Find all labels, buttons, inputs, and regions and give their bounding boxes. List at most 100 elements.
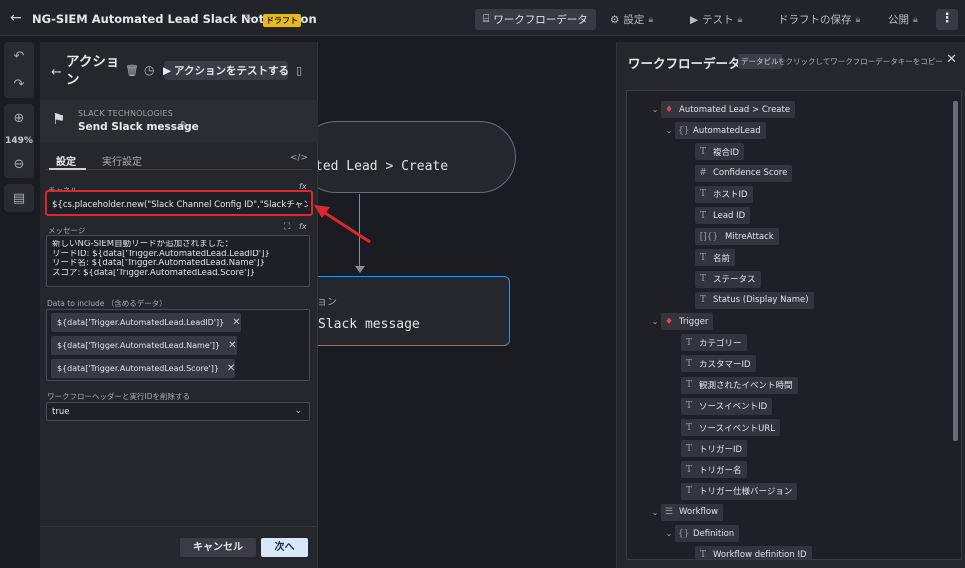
field-type-icon: T [685, 358, 692, 369]
edit-title-icon[interactable]: ✎ [244, 12, 253, 25]
remove-header-select[interactable]: true ⌄ [46, 402, 310, 421]
tree-data-pill[interactable]: T Workflow definition ID [695, 546, 812, 559]
trash-icon[interactable]: 🗑︎ [125, 64, 139, 77]
tree-data-pill[interactable]: # Confidence Score [695, 164, 793, 182]
back-arrow-icon[interactable]: ← [10, 10, 22, 26]
tree-node-tag[interactable]: {} AutomatedLead [675, 122, 766, 140]
field-type-icon: T [699, 295, 706, 306]
chevron-down-icon[interactable]: ⌄ [649, 508, 661, 517]
tree-node-tag[interactable]: T トリガー仕様バージョン [681, 482, 798, 500]
tree-node-tag[interactable]: T Workflow definition ID [695, 546, 812, 559]
tree-data-pill[interactable]: T 名前 [695, 249, 736, 267]
remove-chip-icon[interactable]: ✕ [232, 317, 240, 328]
publish-button[interactable]: 公開 🔒︎ [880, 9, 926, 30]
chevron-down-icon[interactable]: ⌄ [649, 317, 661, 326]
chevron-down-icon[interactable]: ⌄ [663, 126, 675, 135]
tree-data-pill[interactable]: T Status (Display Name) [695, 291, 814, 309]
zoom-in-icon[interactable]: ⊕ [4, 104, 34, 132]
scrollbar-thumb[interactable] [953, 101, 958, 441]
tree-data-pill[interactable]: T ステータス [695, 270, 761, 288]
tree-data-pill[interactable]: T 観測されたイベント時間 [681, 376, 798, 394]
redo-icon[interactable]: ↷ [4, 70, 34, 98]
panel-back-icon[interactable]: ← [51, 65, 62, 80]
tree-node-tag[interactable]: T カスタマーID [681, 355, 756, 373]
tree-node-tag[interactable]: {} Definition [675, 525, 740, 542]
tree-data-pill[interactable]: T ソースイベントURL [681, 419, 780, 436]
data-chip[interactable]: ${data['Trigger.AutomatedLead.Name']} ✕ [51, 336, 237, 355]
cancel-button[interactable]: キャンセル [180, 538, 256, 557]
play-icon: ▶ [690, 13, 699, 26]
tree-node-tag[interactable]: ♦ Trigger [661, 313, 714, 330]
tree-data-pill[interactable]: T ソースイベントID [681, 397, 773, 415]
tree-group-node[interactable]: ⌄ ☰ Workflow [649, 503, 724, 521]
remove-header-label: ワークフローヘッダーと実行IDを削除する [47, 392, 190, 401]
tree-node-tag[interactable]: T ソースイベントID [681, 397, 773, 415]
tree-node-tag[interactable]: T Status (Display Name) [695, 291, 814, 309]
tree-node-tag[interactable]: T ステータス [695, 270, 761, 288]
settings-button[interactable]: ⚙ 設定 🔒︎ [602, 9, 661, 30]
data-chip[interactable]: ${data['Trigger.AutomatedLead.LeadID']} … [51, 313, 241, 332]
tree-node-tag[interactable]: T Lead ID [695, 207, 751, 224]
tree-data-pill[interactable]: T カテゴリー [681, 334, 747, 352]
tree-node-tag[interactable]: T トリガーID [681, 440, 748, 458]
tab-run-settings[interactable]: 実行設定 [102, 153, 142, 168]
code-view-icon[interactable]: </> [290, 153, 308, 163]
channel-input[interactable]: ${cs.placeholder.new("Slack Channel Conf… [45, 190, 313, 216]
test-button[interactable]: ▶ テスト 🔒︎ [682, 9, 750, 30]
notes-icon[interactable]: ▤ [4, 184, 34, 212]
tree-data-pill[interactable]: []{} MitreAttack [695, 228, 779, 246]
tree-group-node[interactable]: ⌄ ♦ Automated Lead > Create [649, 101, 796, 118]
tree-node-tag[interactable]: # Confidence Score [695, 164, 793, 182]
tree-data-pill[interactable]: T ホストID [695, 185, 753, 203]
lock-icon: 🔒︎ [913, 14, 918, 25]
data-include-field[interactable]: ${data['Trigger.AutomatedLead.LeadID']} … [46, 309, 310, 381]
tree-data-pill[interactable]: T 複合ID [695, 143, 745, 161]
remove-chip-icon[interactable]: ✕ [227, 363, 235, 374]
tree-node-tag[interactable]: T 観測されたイベント時間 [681, 376, 798, 394]
next-button[interactable]: 次へ [261, 538, 308, 557]
tree-group-node[interactable]: ⌄ ♦ Trigger [649, 313, 714, 330]
undo-icon[interactable]: ↶ [4, 42, 34, 70]
tree-data-pill[interactable]: T カスタマーID [681, 355, 756, 373]
tree-node-tag[interactable]: ☰ Workflow [661, 503, 724, 521]
panel-footer: キャンセル 次へ [40, 526, 318, 568]
history-icon[interactable]: ◷ [144, 63, 154, 77]
remove-chip-icon[interactable]: ✕ [228, 340, 236, 351]
workflow-data-button[interactable]: ⌸ ワークフローデータ [475, 9, 596, 30]
tree-data-pill[interactable]: T トリガー仕様バージョン [681, 482, 798, 500]
tree-group-node[interactable]: ⌄{} Definition [663, 525, 740, 542]
trigger-node[interactable]: ted Lead > Create [300, 121, 516, 193]
tree-node-tag[interactable]: T トリガー名 [681, 461, 747, 479]
tree-data-pill[interactable]: T Lead ID [695, 207, 751, 224]
test-action-button[interactable]: ▶ アクションをテストする [163, 61, 289, 80]
tree-scrollbar[interactable] [953, 101, 958, 557]
close-icon[interactable]: ✕ [946, 52, 957, 67]
tree-node-tag[interactable]: T ホストID [695, 185, 753, 203]
field-type-icon: T [685, 443, 692, 454]
chevron-down-icon[interactable]: ⌄ [649, 105, 661, 114]
field-type-icon: ☰ [664, 507, 674, 518]
data-chip[interactable]: ${data['Trigger.AutomatedLead.Score']} ✕ [51, 359, 236, 378]
tree-data-pill[interactable]: T トリガー名 [681, 461, 747, 479]
more-menu-icon[interactable]: ⋮ [936, 9, 958, 30]
tree-node-tag[interactable]: T カテゴリー [681, 334, 747, 352]
chevron-down-icon[interactable]: ⌄ [663, 529, 675, 538]
expand-icon[interactable]: ⛶ [284, 222, 290, 232]
active-tab-indicator [49, 168, 86, 170]
message-line: スコア: ${data['Trigger.AutomatedLead.Score… [52, 268, 256, 278]
tree-node-tag[interactable]: []{} MitreAttack [695, 228, 779, 246]
save-draft-button[interactable]: ドラフトの保存 🔒︎ [770, 9, 868, 30]
tree-node-tag[interactable]: T ソースイベントURL [681, 419, 780, 436]
action-node-label: Slack message [318, 317, 420, 332]
tab-settings[interactable]: 設定 [56, 153, 76, 168]
message-textarea[interactable]: 新しいNG-SIEM自動リードが追加されました： リードID: ${data['… [46, 235, 310, 287]
tree-group-node[interactable]: ⌄{} AutomatedLead [663, 122, 766, 140]
collapse-panel-icon[interactable]: ▯ [296, 64, 302, 77]
tree-data-pill[interactable]: T トリガーID [681, 440, 748, 458]
edit-action-icon[interactable]: ✎ [180, 120, 188, 131]
zoom-out-icon[interactable]: ⊖ [4, 150, 34, 178]
tree-node-tag[interactable]: T 複合ID [695, 143, 745, 161]
tree-node-tag[interactable]: T 名前 [695, 249, 736, 267]
tree-node-tag[interactable]: ♦ Automated Lead > Create [661, 101, 796, 118]
action-node[interactable]: ョン Slack message [300, 276, 510, 346]
